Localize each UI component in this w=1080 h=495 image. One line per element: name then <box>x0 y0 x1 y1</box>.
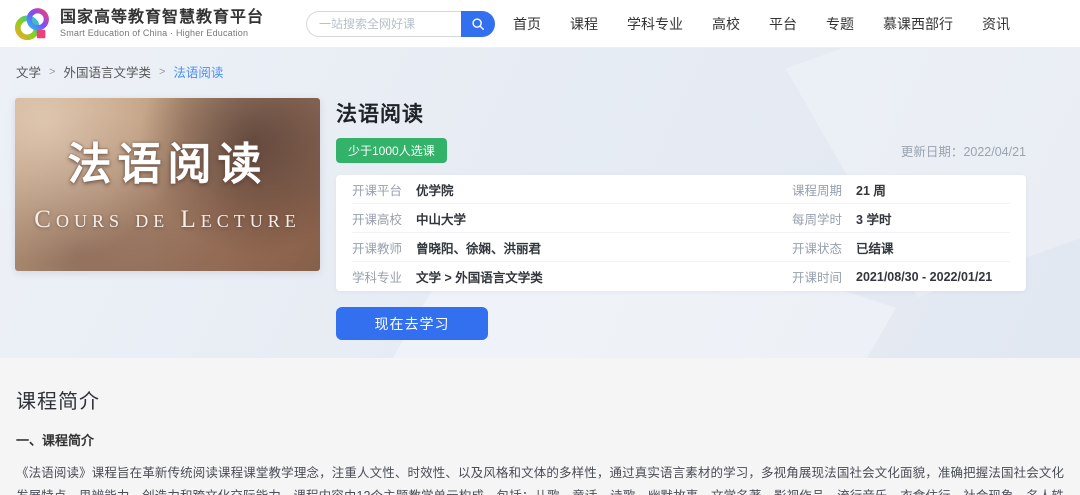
intro-section-title: 课程简介 <box>16 385 1064 414</box>
search-input[interactable] <box>306 11 461 37</box>
info-pair-weekly-hours: 每周学时 3 学时 <box>792 209 1010 228</box>
info-pair-subject: 学科专业 文学 > 外国语言文学类 <box>352 267 792 286</box>
nav-item-courses[interactable]: 课程 <box>570 14 598 34</box>
breadcrumb-item-foreign-languages[interactable]: 外国语言文学类 <box>63 62 151 81</box>
info-row: 学科专业 文学 > 外国语言文学类 开课时间 2021/08/30 - 2022… <box>352 262 1010 291</box>
nav-item-mooc-west[interactable]: 慕课西部行 <box>883 14 953 34</box>
intro-paragraph: 《法语阅读》课程旨在革新传统阅读课程课堂教学理念，注重人文性、时效性、以及风格和… <box>16 462 1064 495</box>
info-label: 课程周期 <box>792 180 842 199</box>
breadcrumb-separator: > <box>159 66 165 78</box>
intro-subheading: 一、课程简介 <box>16 430 1064 449</box>
info-label: 开课高校 <box>352 209 402 228</box>
breadcrumb: 文学 > 外国语言文学类 > 法语阅读 <box>0 48 1080 81</box>
info-pair-platform: 开课平台 优学院 <box>352 180 792 199</box>
info-label: 每周学时 <box>792 209 842 228</box>
info-pair-university: 开课高校 中山大学 <box>352 209 792 228</box>
course-intro-section: 课程简介 一、课程简介 《法语阅读》课程旨在革新传统阅读课程课堂教学理念，注重人… <box>0 358 1080 495</box>
platform-title: 国家高等教育智慧教育平台 <box>60 9 264 27</box>
breadcrumb-item-literature[interactable]: 文学 <box>16 62 41 81</box>
go-study-button[interactable]: 现在去学习 <box>336 307 488 340</box>
course-detail-column: 法语阅读 少于1000人选课 更新日期：2022/04/21 开课平台 优学院 … <box>336 98 1026 340</box>
nav-item-topics[interactable]: 专题 <box>826 14 854 34</box>
course-hero-section: 文学 > 外国语言文学类 > 法语阅读 法语阅读 Cours de Lectur… <box>0 48 1080 358</box>
info-value: 中山大学 <box>416 209 466 228</box>
info-label: 开课状态 <box>792 238 842 257</box>
info-pair-status: 开课状态 已结课 <box>792 238 1010 257</box>
course-badge-row: 少于1000人选课 更新日期：2022/04/21 <box>336 138 1026 163</box>
platform-logo[interactable]: 国家高等教育智慧教育平台 Smart Education of China · … <box>14 5 264 43</box>
course-hero-content: 法语阅读 Cours de Lecture 法语阅读 少于1000人选课 更新日… <box>0 81 1080 340</box>
main-nav: 首页 课程 学科专业 高校 平台 专题 慕课西部行 资讯 <box>513 14 1010 34</box>
nav-item-majors[interactable]: 学科专业 <box>627 14 683 34</box>
info-label: 学科专业 <box>352 267 402 286</box>
info-value: 曾晓阳、徐娴、洪丽君 <box>416 238 541 257</box>
info-row: 开课平台 优学院 课程周期 21 周 <box>352 175 1010 204</box>
nav-item-universities[interactable]: 高校 <box>712 14 740 34</box>
update-date-value: 2022/04/21 <box>963 145 1026 159</box>
update-date-label: 更新日期： <box>901 145 964 159</box>
update-date: 更新日期：2022/04/21 <box>901 141 1026 160</box>
course-cover-title: 法语阅读 <box>68 128 268 192</box>
course-cover-image: 法语阅读 Cours de Lecture <box>15 98 320 271</box>
platform-logo-text: 国家高等教育智慧教育平台 Smart Education of China · … <box>60 9 264 37</box>
info-label: 开课时间 <box>792 267 842 286</box>
breadcrumb-item-current-course[interactable]: 法语阅读 <box>173 62 223 81</box>
platform-subtitle: Smart Education of China · Higher Educat… <box>60 28 264 38</box>
nav-item-home[interactable]: 首页 <box>513 14 541 34</box>
platform-logo-icon <box>14 5 52 43</box>
info-value: 优学院 <box>416 180 454 199</box>
search-icon <box>471 17 485 31</box>
nav-item-news[interactable]: 资讯 <box>982 14 1010 34</box>
info-pair-teachers: 开课教师 曾晓阳、徐娴、洪丽君 <box>352 238 792 257</box>
course-cover-subtitle: Cours de Lecture <box>34 206 300 234</box>
top-header: 国家高等教育智慧教育平台 Smart Education of China · … <box>0 0 1080 48</box>
course-info-card: 开课平台 优学院 课程周期 21 周 开课高校 中山大学 每周学时 <box>336 175 1026 291</box>
info-value: 3 学时 <box>856 209 891 228</box>
nav-item-platforms[interactable]: 平台 <box>769 14 797 34</box>
breadcrumb-separator: > <box>49 66 55 78</box>
info-value: 21 周 <box>856 180 886 199</box>
info-pair-schedule: 开课时间 2021/08/30 - 2022/01/21 <box>792 267 1010 286</box>
info-value: 文学 > 外国语言文学类 <box>416 267 543 286</box>
info-label: 开课教师 <box>352 238 402 257</box>
info-row: 开课高校 中山大学 每周学时 3 学时 <box>352 204 1010 233</box>
info-value: 已结课 <box>856 238 894 257</box>
info-row: 开课教师 曾晓阳、徐娴、洪丽君 开课状态 已结课 <box>352 233 1010 262</box>
enrollment-badge: 少于1000人选课 <box>336 138 447 163</box>
info-value: 2021/08/30 - 2022/01/21 <box>856 270 992 284</box>
info-label: 开课平台 <box>352 180 402 199</box>
search-button[interactable] <box>461 11 495 37</box>
info-pair-duration: 课程周期 21 周 <box>792 180 1010 199</box>
search-bar <box>306 11 495 37</box>
course-title: 法语阅读 <box>336 98 1026 128</box>
